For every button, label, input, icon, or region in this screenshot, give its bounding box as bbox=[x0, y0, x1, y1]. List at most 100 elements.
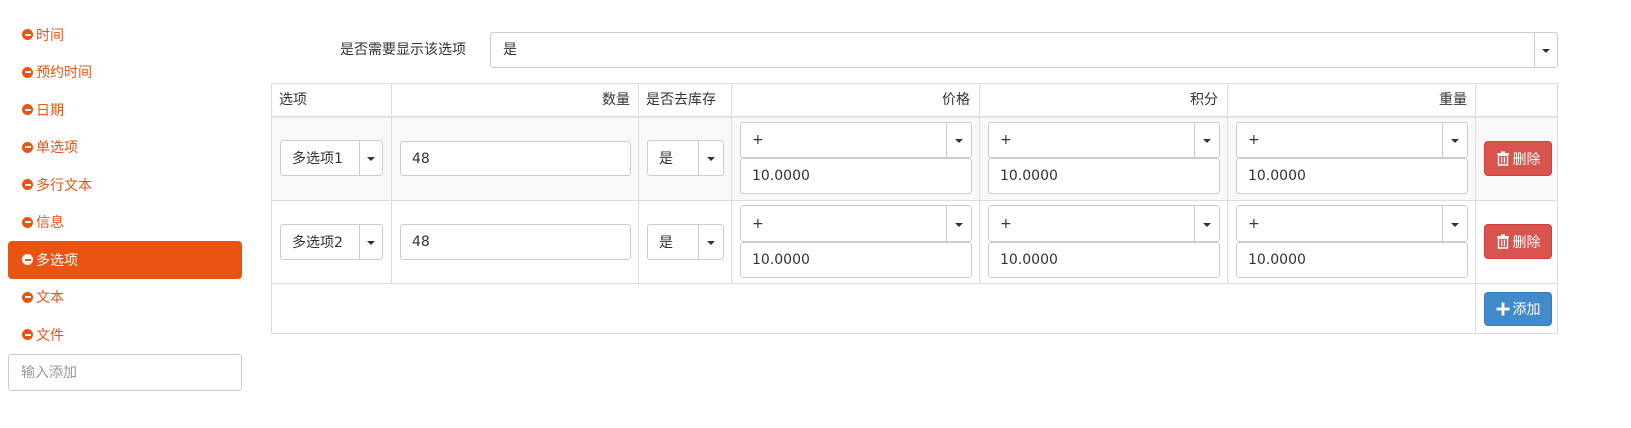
option-value: 多选项1 bbox=[292, 151, 343, 167]
sidebar-item-label: 时间 bbox=[36, 27, 64, 44]
price-value: 10.0000 bbox=[752, 168, 810, 184]
add-item-input[interactable] bbox=[8, 354, 242, 391]
remove-circle-icon[interactable] bbox=[22, 254, 33, 266]
sidebar-item-label: 多行文本 bbox=[36, 177, 92, 194]
points-input[interactable]: 10.0000 bbox=[988, 158, 1220, 194]
dropdown-toggle[interactable] bbox=[1442, 123, 1467, 157]
show-option-select[interactable]: 是 bbox=[490, 32, 1558, 68]
add-label: 添加 bbox=[1512, 302, 1541, 318]
sidebar-item-single-choice[interactable]: 单选项 bbox=[8, 129, 242, 167]
dropdown-toggle[interactable] bbox=[1442, 206, 1467, 241]
quantity-value: 48 bbox=[412, 234, 430, 250]
sidebar-item-time[interactable]: 时间 bbox=[8, 16, 242, 54]
quantity-input[interactable]: 48 bbox=[400, 224, 631, 260]
option-value: 多选项2 bbox=[292, 235, 343, 251]
points-operator-select[interactable]: + bbox=[988, 205, 1220, 242]
remove-circle-icon[interactable] bbox=[22, 29, 33, 41]
weight-operator-value: + bbox=[1248, 215, 1260, 232]
points-input[interactable]: 10.0000 bbox=[988, 242, 1220, 278]
remove-circle-icon[interactable] bbox=[22, 216, 33, 228]
weight-input[interactable]: 10.0000 bbox=[1236, 158, 1468, 194]
sidebar-item-appointment-time[interactable]: 预约时间 bbox=[8, 54, 242, 92]
header-option: 选项 bbox=[279, 92, 307, 108]
remove-circle-icon[interactable] bbox=[22, 104, 33, 116]
points-operator-value: + bbox=[1000, 215, 1012, 232]
points-operator-select[interactable]: + bbox=[988, 122, 1220, 158]
caret-down-icon bbox=[955, 222, 963, 227]
price-value: 10.0000 bbox=[752, 252, 810, 268]
trash-icon bbox=[1496, 234, 1509, 249]
weight-operator-value: + bbox=[1248, 132, 1260, 148]
sidebar-item-multi-choice[interactable]: 多选项 bbox=[8, 241, 242, 279]
header-deduct-stock: 是否去库存 bbox=[646, 92, 716, 108]
price-operator-value: + bbox=[752, 132, 764, 148]
delete-button[interactable]: 删除 bbox=[1484, 224, 1552, 259]
caret-down-icon bbox=[1203, 139, 1211, 143]
sidebar-item-label: 文件 bbox=[36, 327, 64, 344]
dropdown-toggle[interactable] bbox=[359, 141, 382, 175]
weight-value: 10.0000 bbox=[1248, 252, 1306, 268]
quantity-value: 48 bbox=[412, 150, 430, 167]
option-select[interactable]: 多选项2 bbox=[280, 224, 383, 260]
price-operator-value: + bbox=[752, 215, 764, 232]
weight-operator-select[interactable]: + bbox=[1236, 122, 1468, 158]
deduct-stock-value: 是 bbox=[659, 151, 673, 167]
show-option-value: 是 bbox=[503, 42, 517, 58]
plus-icon bbox=[1496, 302, 1509, 316]
weight-input[interactable]: 10.0000 bbox=[1236, 242, 1468, 278]
price-operator-select[interactable]: + bbox=[740, 205, 972, 242]
option-select[interactable]: 多选项1 bbox=[280, 140, 383, 176]
delete-label: 删除 bbox=[1512, 234, 1541, 251]
sidebar-item-date[interactable]: 日期 bbox=[8, 91, 242, 129]
header-price: 价格 bbox=[942, 92, 970, 108]
sidebar-item-multiline-text[interactable]: 多行文本 bbox=[8, 166, 242, 204]
dropdown-toggle[interactable] bbox=[698, 225, 723, 259]
add-row-button[interactable]: 添加 bbox=[1484, 292, 1552, 326]
dropdown-toggle[interactable] bbox=[946, 206, 971, 241]
delete-button[interactable]: 删除 bbox=[1484, 141, 1552, 176]
caret-down-icon bbox=[707, 157, 715, 161]
trash-icon bbox=[1496, 151, 1509, 166]
weight-operator-select[interactable]: + bbox=[1236, 205, 1468, 242]
remove-circle-icon[interactable] bbox=[22, 291, 33, 303]
dropdown-toggle[interactable] bbox=[1194, 206, 1219, 241]
remove-circle-icon[interactable] bbox=[22, 141, 33, 153]
sidebar-item-text[interactable]: 文本 bbox=[8, 279, 242, 317]
dropdown-toggle[interactable] bbox=[1534, 33, 1557, 67]
dropdown-toggle[interactable] bbox=[698, 141, 723, 175]
remove-circle-icon[interactable] bbox=[22, 66, 33, 78]
deduct-stock-select[interactable]: 是 bbox=[647, 224, 724, 260]
deduct-stock-select[interactable]: 是 bbox=[647, 140, 724, 176]
remove-circle-icon[interactable] bbox=[22, 179, 33, 191]
caret-down-icon bbox=[1203, 222, 1211, 227]
sidebar-item-label: 多选项 bbox=[36, 252, 78, 269]
header-quantity: 数量 bbox=[602, 92, 630, 108]
caret-down-icon bbox=[707, 241, 715, 245]
show-option-label: 是否需要显示该选项 bbox=[340, 42, 466, 58]
sidebar-item-label: 文本 bbox=[36, 290, 64, 307]
quantity-input[interactable]: 48 bbox=[400, 141, 631, 176]
weight-value: 10.0000 bbox=[1248, 168, 1306, 184]
points-value: 10.0000 bbox=[1000, 168, 1058, 184]
remove-circle-icon[interactable] bbox=[22, 329, 33, 341]
caret-down-icon bbox=[1542, 49, 1550, 53]
sidebar-item-info[interactable]: 信息 bbox=[8, 204, 242, 242]
dropdown-toggle[interactable] bbox=[1194, 123, 1219, 157]
points-operator-value: + bbox=[1000, 132, 1012, 148]
caret-down-icon bbox=[367, 157, 375, 161]
dropdown-toggle[interactable] bbox=[359, 225, 382, 259]
sidebar-item-file[interactable]: 文件 bbox=[8, 316, 242, 354]
deduct-stock-value: 是 bbox=[659, 235, 673, 251]
price-input[interactable]: 10.0000 bbox=[740, 242, 972, 278]
sidebar-item-label: 单选项 bbox=[36, 140, 78, 157]
delete-label: 删除 bbox=[1512, 151, 1541, 168]
dropdown-toggle[interactable] bbox=[946, 123, 971, 157]
caret-down-icon bbox=[955, 139, 963, 143]
caret-down-icon bbox=[1451, 139, 1459, 143]
price-operator-select[interactable]: + bbox=[740, 122, 972, 158]
caret-down-icon bbox=[1451, 222, 1459, 227]
sidebar-item-label: 预约时间 bbox=[36, 65, 92, 82]
sidebar-item-label: 信息 bbox=[36, 215, 64, 232]
sidebar-item-label: 日期 bbox=[36, 102, 64, 119]
price-input[interactable]: 10.0000 bbox=[740, 158, 972, 194]
